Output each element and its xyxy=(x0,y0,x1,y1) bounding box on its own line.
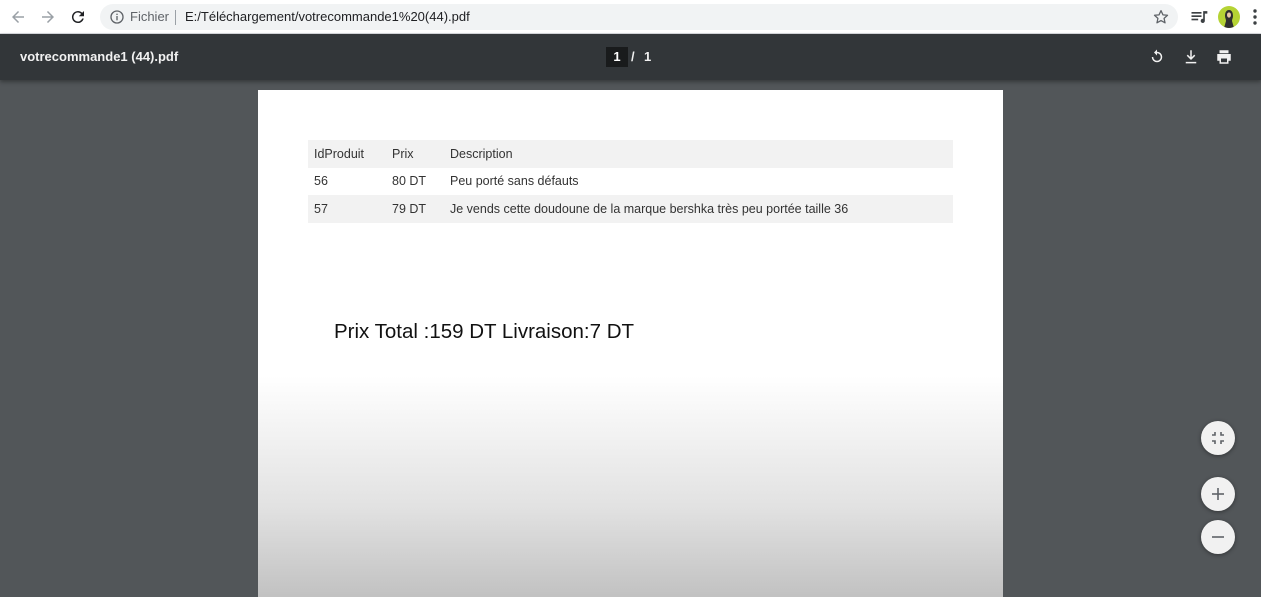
avatar-image xyxy=(1224,10,1234,28)
pdf-toolbar: votrecommande1 (44).pdf 1 / 1 xyxy=(0,34,1261,80)
order-total: Prix Total :159 DT Livraison:7 DT xyxy=(334,320,635,343)
print-icon xyxy=(1217,50,1231,64)
table-cell: 57 xyxy=(314,201,328,216)
forward-button[interactable] xyxy=(36,5,60,29)
pdf-page: IdProduit Prix Description 56 80 DT Peu … xyxy=(258,90,1003,597)
table-cell: Peu porté sans défauts xyxy=(450,174,579,189)
browser-toolbar: Fichier E:/Téléchargement/votrecommande1… xyxy=(0,0,1261,34)
arrow-back-icon xyxy=(12,11,24,23)
url-scheme-label: Fichier xyxy=(130,9,170,24)
media-queue-icon[interactable] xyxy=(1189,7,1209,27)
fit-to-page-icon xyxy=(1212,432,1224,444)
star-icon[interactable] xyxy=(1152,8,1170,26)
table-header-row: IdProduit Prix Description xyxy=(308,140,953,168)
fit-to-page-button[interactable] xyxy=(1201,421,1235,455)
url-divider xyxy=(175,10,176,25)
document-title: votrecommande1 (44).pdf xyxy=(20,49,179,64)
column-header: IdProduit xyxy=(314,146,365,161)
minus-icon xyxy=(1212,536,1224,538)
download-icon xyxy=(1185,50,1197,64)
table-cell: Je vends cette doudoune de la marque ber… xyxy=(450,201,849,216)
reload-icon xyxy=(71,11,84,24)
page-separator: / xyxy=(631,49,635,64)
total-pages: 1 xyxy=(644,49,652,64)
url-text[interactable]: E:/Téléchargement/votrecommande1%20(44).… xyxy=(185,9,470,24)
info-icon[interactable] xyxy=(109,9,125,25)
address-bar[interactable]: Fichier E:/Téléchargement/votrecommande1… xyxy=(100,4,1178,30)
rotate-icon xyxy=(1151,49,1163,63)
zoom-out-button[interactable] xyxy=(1201,520,1235,554)
reload-button[interactable] xyxy=(66,5,90,29)
rotate-button[interactable] xyxy=(1147,47,1167,67)
current-page-input[interactable]: 1 xyxy=(606,47,628,67)
table-cell: 56 xyxy=(314,174,328,189)
print-button[interactable] xyxy=(1214,47,1234,67)
zoom-in-button[interactable] xyxy=(1201,477,1235,511)
plus-icon xyxy=(1212,488,1224,500)
table-cell: 80 DT xyxy=(392,174,427,189)
arrow-forward-icon xyxy=(42,11,54,23)
table-cell: 79 DT xyxy=(392,201,427,216)
back-button[interactable] xyxy=(6,5,30,29)
download-button[interactable] xyxy=(1181,47,1201,67)
table-row: 57 79 DT Je vends cette doudoune de la m… xyxy=(308,195,953,223)
pdf-viewport[interactable]: IdProduit Prix Description 56 80 DT Peu … xyxy=(0,80,1261,597)
kebab-menu-icon[interactable] xyxy=(1252,8,1258,26)
order-table: IdProduit Prix Description 56 80 DT Peu … xyxy=(308,140,953,223)
profile-avatar[interactable] xyxy=(1218,6,1240,28)
table-row: 56 80 DT Peu porté sans défauts xyxy=(308,168,953,196)
column-header: Prix xyxy=(392,146,414,161)
column-header: Description xyxy=(450,146,513,161)
